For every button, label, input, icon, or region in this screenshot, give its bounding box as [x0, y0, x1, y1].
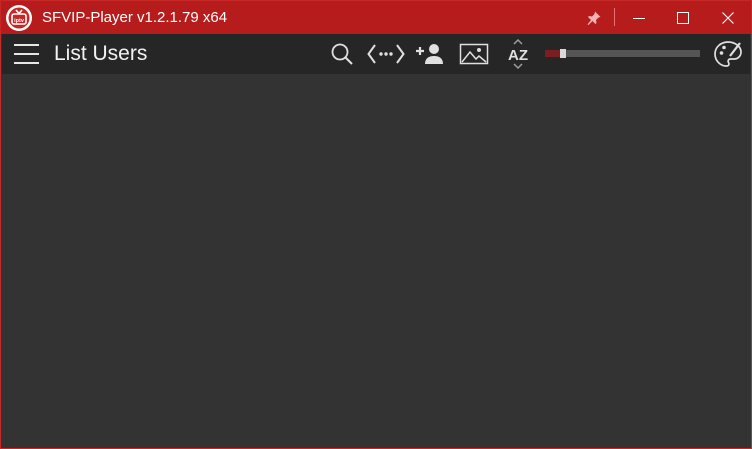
sort-az-button[interactable]: AZ — [502, 38, 534, 70]
maximize-button[interactable] — [667, 1, 699, 34]
sort-az-label: AZ — [508, 47, 528, 64]
search-button[interactable] — [326, 38, 358, 70]
code-button[interactable] — [366, 38, 406, 70]
minimize-icon — [633, 17, 645, 19]
slider-thumb[interactable] — [560, 49, 566, 58]
theme-button[interactable] — [710, 38, 746, 70]
image-icon — [459, 43, 489, 65]
app-logo-text: iptv — [14, 18, 25, 24]
add-user-icon — [416, 44, 443, 64]
title-bar[interactable]: iptv SFVIP-Player v1.2.1.79 x64 — [1, 1, 751, 34]
close-button[interactable] — [712, 1, 744, 34]
slider-fill — [545, 50, 560, 57]
close-icon — [722, 11, 734, 24]
pin-button[interactable] — [579, 1, 609, 34]
add-user-button[interactable] — [412, 38, 448, 70]
page-title: List Users — [54, 42, 148, 65]
maximize-icon — [677, 11, 689, 24]
app-window: iptv SFVIP-Player v1.2.1.79 x64 List Use… — [0, 0, 752, 449]
image-button[interactable] — [457, 38, 491, 70]
code-icon — [367, 44, 405, 64]
toolbar: List Users AZ — [2, 34, 750, 74]
titlebar-separator — [614, 8, 615, 26]
user-list-area — [2, 74, 750, 448]
pin-icon — [587, 11, 601, 25]
minimize-button[interactable] — [623, 1, 655, 34]
sort-az-icon: AZ — [508, 38, 528, 70]
window-title: SFVIP-Player v1.2.1.79 x64 — [42, 9, 228, 26]
search-icon — [331, 43, 353, 65]
palette-icon — [714, 41, 742, 67]
zoom-slider[interactable] — [545, 49, 700, 58]
menu-button[interactable] — [12, 41, 42, 67]
app-logo-icon: iptv — [6, 5, 32, 31]
menu-icon — [14, 44, 39, 64]
